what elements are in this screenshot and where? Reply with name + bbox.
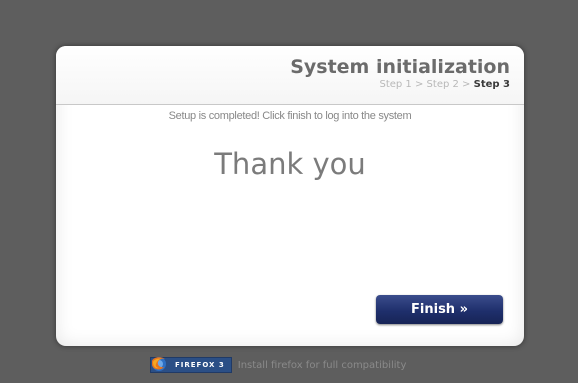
- dialog-header: System initialization Step 1 > Step 2 > …: [56, 46, 524, 105]
- browser-note: FIREFOX 3 Install firefox for full compa…: [150, 357, 406, 373]
- completion-message: Setup is completed! Click finish to log …: [168, 110, 412, 122]
- page: { "header": { "title": "System initializ…: [0, 0, 578, 383]
- dialog-title: System initialization: [290, 56, 510, 78]
- step-1: Step 1: [379, 79, 412, 90]
- compatibility-note: Install firefox for full compatibility: [237, 359, 407, 371]
- step-3-current: Step 3: [473, 79, 510, 90]
- step-breadcrumb: Step 1 > Step 2 > Step 3: [379, 79, 510, 90]
- step-2: Step 2: [426, 79, 459, 90]
- thank-you-heading: Thank you: [214, 147, 366, 181]
- step-separator: >: [462, 79, 471, 90]
- finish-button[interactable]: Finish »: [376, 295, 503, 324]
- firefox-badge-label: FIREFOX 3: [175, 361, 225, 369]
- setup-dialog: System initialization Step 1 > Step 2 > …: [56, 46, 524, 346]
- firefox-badge[interactable]: FIREFOX 3: [150, 357, 232, 373]
- step-separator: >: [414, 79, 424, 90]
- firefox-logo-icon: [152, 357, 166, 371]
